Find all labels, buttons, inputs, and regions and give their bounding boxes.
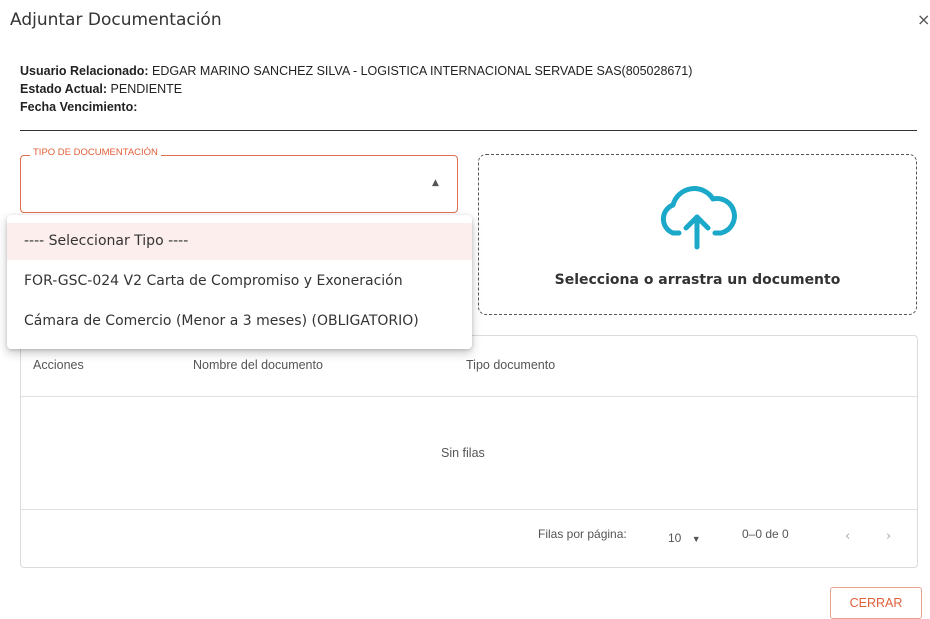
usuario-label: Usuario Relacionado: bbox=[20, 64, 149, 78]
rows-per-page-select[interactable]: 10 ▼ bbox=[668, 531, 701, 545]
dropzone-text: Selecciona o arrastra un documento bbox=[554, 272, 841, 288]
cloud-upload-icon[interactable] bbox=[655, 183, 741, 255]
estado-value: PENDIENTE bbox=[110, 82, 183, 96]
caret-up-icon[interactable]: ▲ bbox=[432, 178, 439, 188]
previous-page-icon[interactable]: ‹ bbox=[845, 529, 850, 544]
column-header-acciones[interactable]: Acciones bbox=[33, 358, 84, 372]
dialog-title: Adjuntar Documentación bbox=[10, 10, 222, 30]
document-type-select[interactable] bbox=[20, 155, 458, 213]
column-header-nombre[interactable]: Nombre del documento bbox=[193, 358, 323, 372]
estado-label: Estado Actual: bbox=[20, 82, 108, 96]
dropdown-option[interactable]: FOR-GSC-024 V2 Carta de Compromiso y Exo… bbox=[7, 263, 472, 300]
rows-per-page-label: Filas por página: bbox=[538, 527, 627, 541]
empty-rows-text: Sin filas bbox=[441, 446, 485, 460]
estado-row: Estado Actual: PENDIENTE bbox=[20, 80, 692, 98]
caret-down-icon: ▼ bbox=[691, 534, 701, 544]
user-info: Usuario Relacionado: EDGAR MARINO SANCHE… bbox=[20, 62, 692, 116]
rows-per-page-value: 10 bbox=[668, 531, 682, 545]
close-icon[interactable]: × bbox=[917, 10, 930, 29]
divider bbox=[20, 130, 917, 131]
pagination-range: 0–0 de 0 bbox=[742, 527, 789, 541]
document-type-label: TIPO DE DOCUMENTACIÓN bbox=[30, 147, 161, 158]
document-type-dropdown-menu: ---- Seleccionar Tipo ---- FOR-GSC-024 V… bbox=[7, 215, 472, 349]
header-divider bbox=[21, 396, 917, 397]
dropdown-option[interactable]: ---- Seleccionar Tipo ---- bbox=[7, 223, 472, 260]
close-button[interactable]: CERRAR bbox=[830, 587, 922, 619]
footer-divider bbox=[21, 509, 917, 510]
usuario-value: EDGAR MARINO SANCHEZ SILVA - LOGISTICA I… bbox=[151, 64, 693, 78]
fecha-row: Fecha Vencimiento: bbox=[20, 98, 692, 116]
usuario-row: Usuario Relacionado: EDGAR MARINO SANCHE… bbox=[20, 62, 692, 80]
fecha-label: Fecha Vencimiento: bbox=[20, 100, 138, 114]
column-header-tipo[interactable]: Tipo documento bbox=[466, 358, 555, 372]
next-page-icon[interactable]: › bbox=[886, 529, 891, 544]
dropdown-option[interactable]: Cámara de Comercio (Menor a 3 meses) (OB… bbox=[7, 303, 472, 340]
